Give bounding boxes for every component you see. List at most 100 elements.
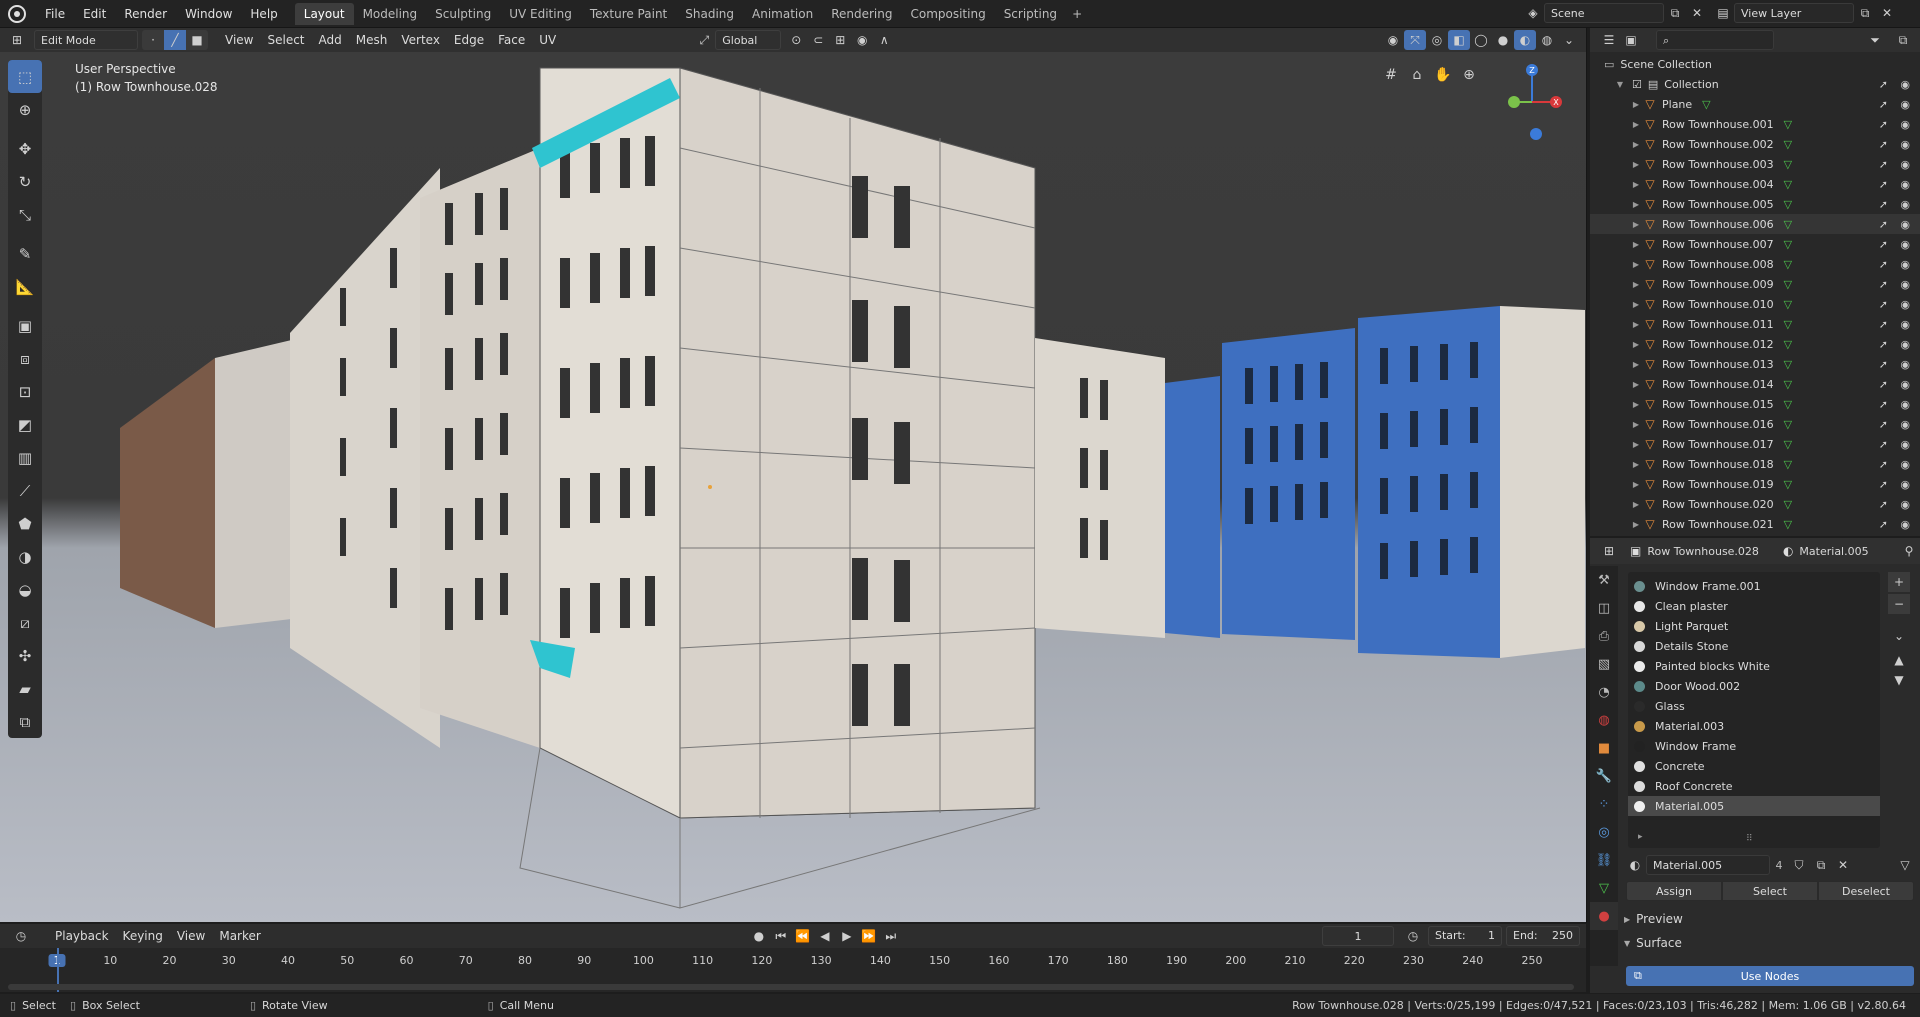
vp-menu-edge[interactable]: Edge [447, 28, 491, 52]
eye-icon[interactable]: ◉ [1900, 178, 1910, 191]
tab-sculpting[interactable]: Sculpting [426, 3, 500, 25]
snap-target-icon[interactable]: ⊞ [829, 30, 851, 50]
material-slot[interactable]: Glass [1628, 696, 1880, 716]
eye-icon[interactable]: ◉ [1900, 298, 1910, 311]
material-shading-icon[interactable]: ◐ [1514, 30, 1536, 50]
menu-help[interactable]: Help [241, 0, 286, 28]
selectable-icon[interactable]: ➚ [1879, 258, 1888, 271]
falloff-icon[interactable]: ∧ [873, 30, 895, 50]
eye-icon[interactable]: ◉ [1900, 378, 1910, 391]
scene-icon[interactable]: ◈ [1522, 3, 1544, 23]
add-workspace-button[interactable]: + [1066, 3, 1088, 25]
use-nodes-button[interactable]: ⧉ Use Nodes [1626, 966, 1914, 986]
eye-icon[interactable]: ◉ [1900, 258, 1910, 271]
frame-ruler[interactable]: 1102030405060708090100110120130140150160… [0, 924, 1586, 992]
scene-collection-row[interactable]: ▭ Scene Collection [1590, 54, 1920, 74]
display-mode-icon[interactable]: ▣ [1620, 30, 1642, 50]
browse-material-icon[interactable]: ◐ [1624, 855, 1646, 875]
visibility-icon[interactable]: ◉ [1382, 30, 1404, 50]
filter-icon[interactable]: ⏷ [1864, 30, 1886, 50]
expand-icon[interactable]: ▶ [1630, 200, 1642, 209]
selectable-icon[interactable]: ➚ [1879, 218, 1888, 231]
expand-icon[interactable]: ▶ [1630, 280, 1642, 289]
expand-icon[interactable]: ▶ [1630, 500, 1642, 509]
outliner-item[interactable]: ▶ ▽ Row Townhouse.007 ▽ ➚ ◉ [1590, 234, 1920, 254]
expand-icon[interactable]: ▶ [1630, 460, 1642, 469]
selectable-icon[interactable]: ➚ [1879, 498, 1888, 511]
eye-icon[interactable]: ◉ [1900, 318, 1910, 331]
material-slot[interactable]: Concrete [1628, 756, 1880, 776]
outliner-search-input[interactable]: ⌕ [1656, 30, 1774, 50]
selectable-icon[interactable]: ➚ [1879, 298, 1888, 311]
3d-viewport[interactable]: User Perspective (1) Row Townhouse.028 [0, 28, 1586, 922]
selectable-icon[interactable]: ➚ [1879, 398, 1888, 411]
material-name-field[interactable]: Material.005 [1646, 855, 1770, 875]
expand-icon[interactable]: ▶ [1630, 480, 1642, 489]
pivot-point-icon[interactable]: ⊙ [785, 30, 807, 50]
selectable-icon[interactable]: ➚ [1879, 418, 1888, 431]
preview-panel-header[interactable]: ▶ Preview [1624, 912, 1683, 926]
collapse-icon[interactable]: ▼ [1614, 80, 1626, 89]
expand-icon[interactable]: ▶ [1630, 440, 1642, 449]
view-layer-field[interactable]: View Layer [1734, 3, 1854, 23]
selectable-icon[interactable]: ➚ [1879, 158, 1888, 171]
properties-editor-icon[interactable]: ⊞ [1598, 541, 1620, 561]
selectable-icon[interactable]: ➚ [1879, 98, 1888, 111]
selectable-icon[interactable]: ➚ [1879, 198, 1888, 211]
material-slot[interactable]: Clean plaster [1628, 596, 1880, 616]
eye-icon[interactable]: ◉ [1900, 158, 1910, 171]
constraints-tab-icon[interactable]: ⛓ [1590, 846, 1618, 874]
scene-tab-icon[interactable]: ◔ [1590, 678, 1618, 706]
selectable-icon[interactable]: ➚ [1879, 138, 1888, 151]
fake-user-icon[interactable]: ⛉ [1788, 855, 1810, 875]
eye-icon[interactable]: ◉ [1900, 138, 1910, 151]
wireframe-shading-icon[interactable]: ◯ [1470, 30, 1492, 50]
material-slot[interactable]: Material.003 [1628, 716, 1880, 736]
outliner-item[interactable]: ▶ ▽ Row Townhouse.015 ▽ ➚ ◉ [1590, 394, 1920, 414]
world-tab-icon[interactable]: ◍ [1590, 706, 1618, 734]
render-tab-icon[interactable]: ◫ [1590, 594, 1618, 622]
eye-icon[interactable]: ◉ [1900, 118, 1910, 131]
outliner-item[interactable]: ▶ ▽ Row Townhouse.008 ▽ ➚ ◉ [1590, 254, 1920, 274]
vp-menu-select[interactable]: Select [260, 28, 311, 52]
eye-icon[interactable]: ◉ [1900, 78, 1910, 91]
extrude-icon[interactable]: ⧈ [8, 342, 42, 375]
selectable-icon[interactable]: ➚ [1879, 518, 1888, 531]
expand-icon[interactable]: ▶ [1630, 140, 1642, 149]
physics-tab-icon[interactable]: ◎ [1590, 818, 1618, 846]
material-slot[interactable]: Door Wood.002 [1628, 676, 1880, 696]
outliner-item[interactable]: ▶ ▽ Row Townhouse.004 ▽ ➚ ◉ [1590, 174, 1920, 194]
poly-build-icon[interactable]: ⬟ [8, 507, 42, 540]
tab-uv-editing[interactable]: UV Editing [500, 3, 581, 25]
eye-icon[interactable]: ◉ [1900, 198, 1910, 211]
output-tab-icon[interactable]: ⎙ [1590, 622, 1618, 650]
vp-menu-face[interactable]: Face [491, 28, 532, 52]
scale-icon[interactable]: ⤡ [8, 198, 42, 231]
expand-icon[interactable]: ▶ [1630, 400, 1642, 409]
eye-icon[interactable]: ◉ [1900, 518, 1910, 531]
outliner-item[interactable]: ▶ ▽ Row Townhouse.014 ▽ ➚ ◉ [1590, 374, 1920, 394]
annotate-icon[interactable]: ✎ [8, 237, 42, 270]
selectable-icon[interactable]: ➚ [1879, 478, 1888, 491]
outliner-item[interactable]: ▶ ▽ Row Townhouse.011 ▽ ➚ ◉ [1590, 314, 1920, 334]
collection-row[interactable]: ▼ ☑ ▤ Collection ➚ ◉ [1590, 74, 1920, 94]
expand-icon[interactable]: ▶ [1630, 120, 1642, 129]
selectable-icon[interactable]: ➚ [1879, 118, 1888, 131]
expand-icon[interactable]: ▶ [1630, 100, 1642, 109]
object-tab-icon[interactable]: ■ [1590, 734, 1618, 762]
assign-button[interactable]: Assign [1626, 881, 1722, 901]
outliner-item[interactable]: ▶ ▽ Row Townhouse.009 ▽ ➚ ◉ [1590, 274, 1920, 294]
measure-icon[interactable]: 📐 [8, 270, 42, 303]
slot-specials-icon[interactable]: ⌄ [1888, 626, 1910, 646]
edge-slide-icon[interactable]: ⧄ [8, 606, 42, 639]
expand-icon[interactable]: ▶ [1630, 320, 1642, 329]
expand-icon[interactable]: ▶ [1630, 360, 1642, 369]
move-down-icon[interactable]: ▼ [1888, 670, 1910, 690]
menu-file[interactable]: File [36, 0, 74, 28]
eye-icon[interactable]: ◉ [1900, 398, 1910, 411]
selectable-icon[interactable]: ➚ [1879, 438, 1888, 451]
orientation-dropdown[interactable]: Global [715, 30, 782, 50]
vp-menu-mesh[interactable]: Mesh [349, 28, 395, 52]
material-slot[interactable]: Window Frame.001 [1628, 576, 1880, 596]
data-tab-icon[interactable]: ▽ [1590, 874, 1618, 902]
